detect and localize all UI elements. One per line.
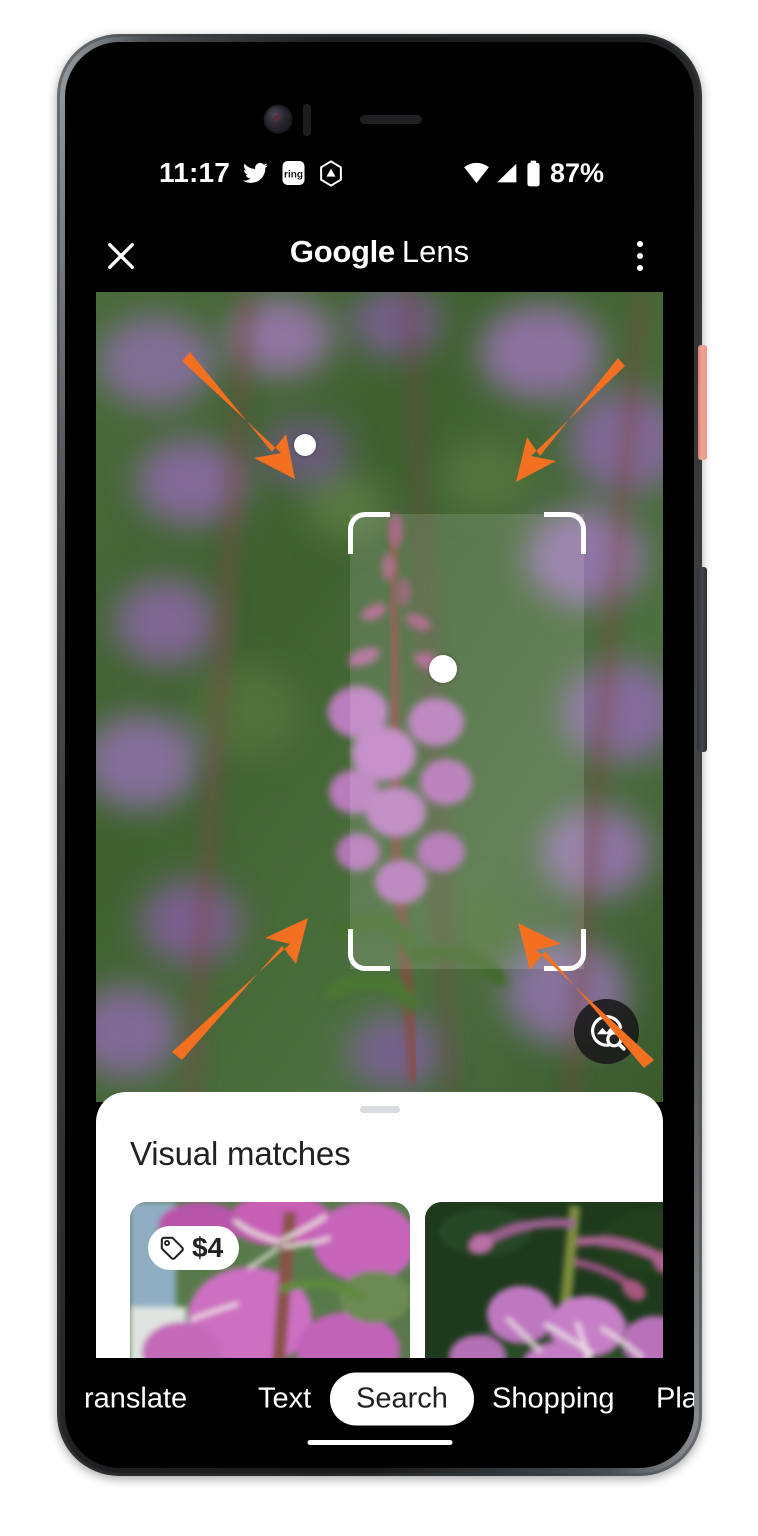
status-bar-right: 87% (463, 158, 604, 189)
visual-match-list: $4 (130, 1202, 663, 1358)
cellular-signal-icon (495, 161, 520, 186)
mode-item-search[interactable]: Search (330, 1372, 474, 1426)
price-badge-text: $4 (192, 1232, 224, 1263)
mode-scroll-track[interactable]: ranslate Text Search Shopping Pla (84, 1360, 694, 1438)
price-tag-icon (160, 1236, 184, 1260)
mode-item-shopping[interactable]: Shopping (492, 1383, 615, 1416)
mode-item-translate[interactable]: ranslate (84, 1383, 187, 1416)
overflow-dot-icon (637, 253, 643, 259)
overflow-dot-icon (637, 265, 643, 271)
page-title: Google Lens (65, 234, 694, 270)
twitter-icon (242, 160, 269, 187)
focus-dot-secondary[interactable] (294, 434, 316, 456)
camera-viewfinder[interactable] (96, 292, 663, 1102)
focus-dot-primary[interactable] (429, 655, 457, 683)
crop-corner-bottom-left-handle[interactable] (348, 929, 390, 971)
status-bar: 11:17 ring 87% (65, 150, 694, 196)
overflow-dot-icon (637, 241, 643, 247)
crop-corner-top-left-handle[interactable] (348, 512, 390, 554)
brand-label: Google (289, 234, 395, 269)
price-badge: $4 (148, 1226, 240, 1270)
battery-icon (525, 160, 542, 187)
visual-match-card[interactable] (425, 1202, 663, 1358)
crop-selection-region[interactable] (348, 512, 586, 971)
earpiece-speaker-icon (360, 115, 422, 124)
lens-app-bar: Google Lens (65, 220, 694, 292)
svg-text:ring: ring (284, 170, 303, 181)
mode-item-text[interactable]: Text (258, 1383, 311, 1416)
wifi-icon (463, 160, 490, 187)
home-gesture-bar[interactable] (307, 1440, 452, 1445)
image-search-button[interactable] (574, 999, 639, 1064)
visual-matches-sheet[interactable]: Visual matches $4 (96, 1092, 663, 1358)
triangle-badge-icon (318, 159, 344, 187)
status-bar-left: 11:17 ring (159, 157, 344, 189)
front-camera-icon (265, 106, 291, 132)
volume-rocker[interactable] (697, 567, 707, 752)
ring-app-icon: ring (281, 160, 306, 186)
image-search-icon (590, 1014, 626, 1051)
phone-screen: 11:17 ring 87% Google Lens Visual matche… (65, 42, 694, 1468)
mode-item-places[interactable]: Pla (656, 1383, 694, 1416)
crop-corner-top-right-handle[interactable] (544, 512, 586, 554)
overflow-menu-button[interactable] (614, 230, 666, 282)
lens-mode-bar: ranslate Text Search Shopping Pla (84, 1360, 694, 1438)
product-label: Lens (401, 234, 470, 269)
proximity-sensor-icon (303, 104, 311, 136)
visual-match-card[interactable]: $4 (130, 1202, 410, 1358)
power-button[interactable] (698, 345, 707, 460)
crop-corner-bottom-right-handle[interactable] (544, 929, 586, 971)
sheet-drag-handle[interactable] (359, 1106, 400, 1113)
battery-percent: 87% (549, 157, 604, 188)
sheet-title: Visual matches (130, 1135, 351, 1172)
status-time: 11:17 (159, 157, 231, 188)
